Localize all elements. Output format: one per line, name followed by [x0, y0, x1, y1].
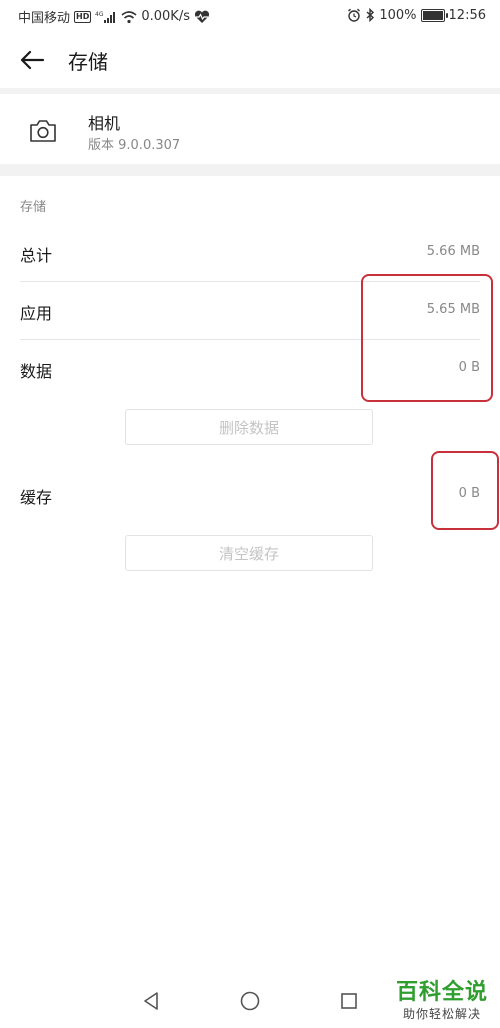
row-label: 缓存	[20, 488, 53, 507]
home-circle-icon	[240, 991, 260, 1011]
back-arrow-icon	[20, 50, 45, 70]
app-version: 版本 9.0.0.307	[88, 138, 181, 153]
watermark-slogan: 助你轻松解决	[402, 1007, 481, 1021]
status-bar: 中国移动 HD 4G 0.00K/s 100% 12:56	[0, 0, 500, 32]
cache-row: 缓存 0 B	[0, 468, 500, 524]
status-left: 中国移动 HD 4G 0.00K/s	[18, 7, 210, 26]
bluetooth-icon	[365, 7, 375, 23]
clear-cache-button[interactable]: 清空缓存	[125, 535, 373, 571]
recents-square-icon	[341, 993, 357, 1009]
network-speed: 0.00K/s	[141, 9, 190, 24]
carrier-label: 中国移动	[18, 11, 71, 26]
row-label: 应用	[20, 304, 53, 323]
battery-icon	[420, 7, 448, 23]
signal-icon: 4G	[95, 9, 117, 25]
clock: 12:56	[448, 7, 486, 23]
battery-percent: 100%	[379, 7, 417, 23]
row-value: 5.66 MB	[426, 244, 480, 259]
app-bar: 存储	[0, 32, 500, 88]
app-info: 相机 版本 9.0.0.307	[0, 92, 500, 168]
page-title: 存储	[68, 50, 108, 74]
annotation-box-cache	[431, 451, 499, 530]
hd-icon: HD	[74, 10, 92, 23]
row-label: 总计	[20, 246, 53, 265]
row-label: 数据	[20, 362, 53, 381]
section-divider	[0, 164, 500, 176]
nav-recents-button[interactable]	[334, 986, 364, 1016]
storage-section-label: 存储	[20, 200, 47, 215]
camera-icon	[24, 112, 62, 150]
back-button[interactable]	[14, 44, 50, 76]
app-name: 相机	[88, 114, 121, 133]
back-triangle-icon	[144, 992, 158, 1010]
delete-data-button[interactable]: 删除数据	[125, 409, 373, 445]
alarm-icon	[347, 7, 361, 23]
annotation-box-storage	[361, 274, 493, 402]
wifi-icon	[121, 9, 137, 25]
heartbeat-icon	[194, 9, 210, 25]
status-right: 100% 12:56	[347, 7, 486, 23]
network-type: 4G	[95, 11, 104, 18]
nav-home-button[interactable]	[235, 986, 265, 1016]
watermark-brand: 百科全说	[395, 980, 488, 1005]
watermark: 百科全说 助你轻松解决	[396, 980, 488, 1022]
nav-back-button[interactable]	[136, 986, 166, 1016]
